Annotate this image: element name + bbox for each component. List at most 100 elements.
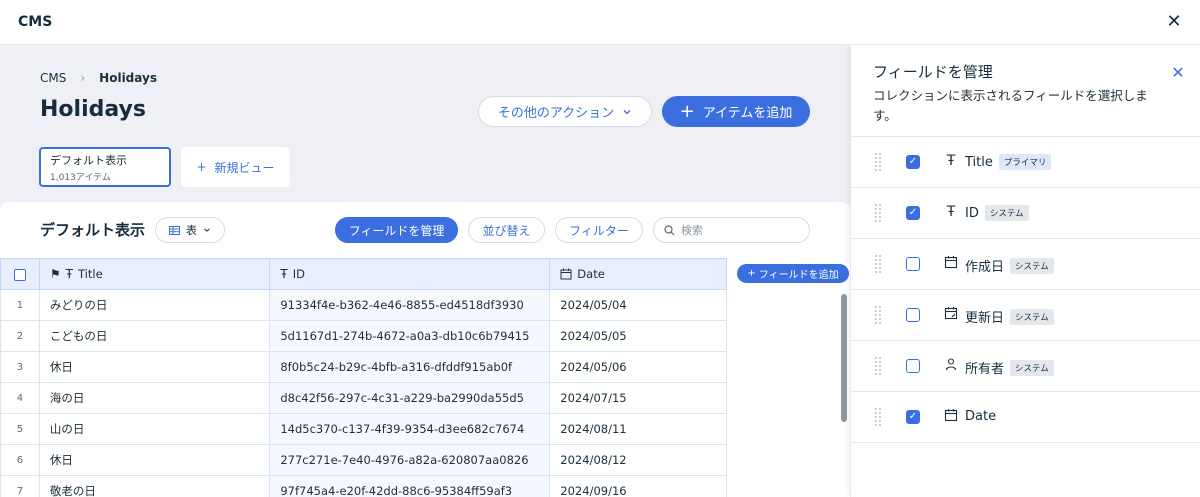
field-row: 所有者 システム — [851, 341, 1200, 392]
field-row: ✓ Date — [851, 392, 1200, 443]
drag-handle-icon[interactable] — [875, 306, 883, 324]
primary-flag-icon: ⚑ — [49, 267, 61, 281]
text-icon: Ŧ — [280, 267, 288, 281]
breadcrumb: CMS › Holidays — [40, 71, 157, 85]
more-actions-label: その他のアクション — [497, 106, 615, 121]
new-view-button[interactable]: + 新規ビュー — [181, 147, 290, 187]
cell-date[interactable]: 2024/05/05 — [549, 320, 727, 352]
breadcrumb-root[interactable]: CMS — [40, 71, 66, 85]
cell-title[interactable]: こどもの日 — [38, 320, 271, 352]
row-number: 5 — [0, 413, 40, 445]
drag-handle-icon[interactable] — [875, 255, 883, 273]
plus-icon: + — [747, 268, 756, 279]
field-checkbox[interactable]: ✓ — [906, 410, 920, 424]
field-tag: システム — [984, 205, 1029, 221]
field-checkbox[interactable]: ✓ — [906, 206, 920, 220]
search-icon — [664, 224, 675, 235]
drag-handle-icon[interactable] — [875, 408, 883, 426]
breadcrumb-current: Holidays — [99, 71, 157, 85]
panel-header: フィールドを管理 コレクションに表示されるフィールドを選択します。 ✕ — [851, 45, 1200, 137]
field-tag: システム — [1010, 257, 1054, 274]
column-title-label: Title — [78, 267, 103, 281]
table-row[interactable]: 2 こどもの日 5d1167d1-274b-4672-a0a3-db10c6b794… — [0, 320, 727, 352]
cell-id[interactable]: 97f745a4-e20f-42dd-88c6-95384ff59af3 — [269, 475, 551, 497]
cell-title[interactable]: 休日 — [38, 351, 271, 383]
select-all-checkbox[interactable] — [13, 268, 26, 281]
field-checkbox[interactable] — [906, 308, 920, 322]
text-icon: Ŧ — [946, 153, 956, 169]
table-icon — [169, 225, 180, 235]
filter-button[interactable]: フィルター — [555, 217, 643, 243]
sort-button[interactable]: 並び替え — [468, 217, 545, 243]
text-icon: Ŧ — [946, 204, 956, 220]
cell-title[interactable]: 海の日 — [38, 382, 271, 414]
table-row[interactable]: 7 敬老の日 97f745a4-e20f-42dd-88c6-95384ff59af… — [0, 475, 727, 497]
cell-date[interactable]: 2024/08/11 — [549, 413, 727, 445]
manage-fields-panel: フィールドを管理 コレクションに表示されるフィールドを選択します。 ✕ ✓ Ŧ Ti… — [850, 45, 1200, 497]
view-card-default[interactable]: デフォルト表示 1,013アイテム — [39, 147, 171, 187]
panel-subtitle: コレクションに表示されるフィールドを選択します。 — [873, 88, 1148, 123]
field-label-group: 作成日 システム — [965, 256, 1054, 275]
table-row[interactable]: 6 休日 277c271e-7e40-4976-a82a-620807aa0826 2… — [0, 444, 727, 476]
add-item-button[interactable]: + アイテムを追加 — [662, 96, 810, 127]
vertical-scrollbar[interactable] — [841, 294, 847, 422]
field-checkbox[interactable]: ✓ — [906, 155, 920, 169]
close-icon[interactable]: ✕ — [1168, 63, 1188, 83]
table-row[interactable]: 1 みどりの日 91334f4e-b362-4e46-8855-ed4518df39… — [0, 289, 727, 321]
close-icon[interactable]: ✕ — [1162, 10, 1186, 34]
cell-date[interactable]: 2024/05/06 — [549, 351, 727, 383]
search-box[interactable] — [653, 217, 810, 243]
cell-id[interactable]: 5d1167d1-274b-4672-a0a3-db10c6b79415 — [269, 320, 551, 352]
field-name: Title — [965, 154, 993, 170]
field-row: 作成日 システム — [851, 239, 1200, 290]
cell-id[interactable]: 277c271e-7e40-4976-a82a-620807aa0826 — [269, 444, 551, 476]
new-view-label: 新規ビュー — [214, 160, 275, 175]
cell-id[interactable]: 14d5c370-c137-4f39-9354-d3ee682c7674 — [269, 413, 551, 445]
field-name: ID — [965, 205, 979, 221]
column-header-date[interactable]: Date — [549, 258, 727, 290]
column-id-label: ID — [292, 267, 305, 281]
field-label-group: Date — [965, 409, 996, 424]
field-name: 作成日 — [965, 260, 1005, 275]
field-row: 更新日 システム — [851, 290, 1200, 341]
chevron-down-icon — [204, 228, 210, 232]
table-row[interactable]: 5 山の日 14d5c370-c137-4f39-9354-d3ee682c7674… — [0, 413, 727, 445]
cell-date[interactable]: 2024/07/15 — [549, 382, 727, 414]
cell-id[interactable]: 8f0b5c24-b29c-4bfb-a316-dfddf915ab0f — [269, 351, 551, 383]
cell-title[interactable]: みどりの日 — [38, 289, 271, 321]
drag-handle-icon[interactable] — [875, 357, 883, 375]
view-type-dropdown[interactable]: 表 — [155, 217, 225, 243]
row-number: 2 — [0, 320, 40, 352]
row-number: 1 — [0, 289, 40, 321]
cell-title[interactable]: 敬老の日 — [38, 475, 271, 497]
cell-date[interactable]: 2024/09/16 — [549, 475, 727, 497]
field-label-group: ID システム — [965, 205, 1029, 221]
table-row[interactable]: 3 休日 8f0b5c24-b29c-4bfb-a316-dfddf915ab0f 2… — [0, 351, 727, 383]
cell-id[interactable]: 91334f4e-b362-4e46-8855-ed4518df3930 — [269, 289, 551, 321]
add-field-label: フィールドを追加 — [758, 270, 839, 281]
cell-date[interactable]: 2024/08/12 — [549, 444, 727, 476]
field-checkbox[interactable] — [906, 257, 920, 271]
column-header-title[interactable]: ⚑ Ŧ Title — [38, 258, 271, 290]
drag-handle-icon[interactable] — [875, 153, 883, 171]
cell-id[interactable]: d8c42f56-297c-4c31-a229-ba2990da55d5 — [269, 382, 551, 414]
cell-title[interactable]: 山の日 — [38, 413, 271, 445]
table-row[interactable]: 4 海の日 d8c42f56-297c-4c31-a229-ba2990da55d5… — [0, 382, 727, 414]
cell-date[interactable]: 2024/05/04 — [549, 289, 727, 321]
row-number: 3 — [0, 351, 40, 383]
drag-handle-icon[interactable] — [875, 204, 883, 222]
add-item-label: アイテムを追加 — [702, 106, 793, 121]
more-actions-button[interactable]: その他のアクション — [478, 96, 652, 127]
calendar-icon — [560, 268, 572, 280]
add-field-button[interactable]: + フィールドを追加 — [737, 264, 849, 283]
chevron-right-icon: › — [80, 71, 86, 85]
field-checkbox[interactable] — [906, 359, 920, 373]
text-icon: Ŧ — [65, 267, 74, 281]
search-input[interactable] — [681, 223, 801, 237]
select-all-cell — [0, 258, 40, 290]
row-number: 7 — [0, 475, 40, 497]
manage-fields-button[interactable]: フィールドを管理 — [335, 217, 458, 243]
column-header-id[interactable]: Ŧ ID — [269, 258, 551, 290]
calendar-edit-icon — [943, 306, 959, 324]
cell-title[interactable]: 休日 — [38, 444, 271, 476]
